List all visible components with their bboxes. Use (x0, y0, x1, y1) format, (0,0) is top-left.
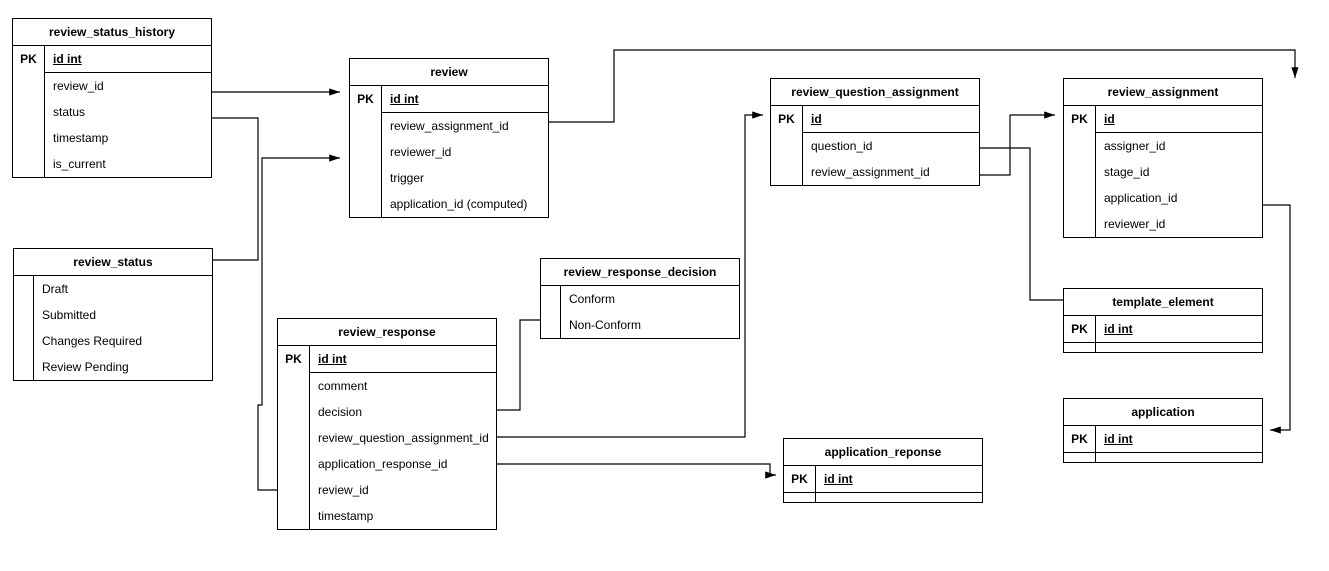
attr: status (45, 99, 211, 125)
pk-label: PK (1064, 106, 1096, 237)
enum-review-status: review_status Draft Submitted Changes Re… (13, 248, 213, 381)
enum-leftbar (14, 276, 34, 380)
attr: stage_id (1096, 159, 1262, 185)
attr: review_question_assignment_id (310, 425, 497, 451)
pk-value: id (803, 106, 979, 133)
enum-review-response-decision: review_response_decision Conform Non-Con… (540, 258, 740, 339)
attr: application_response_id (310, 451, 497, 477)
attr: reviewer_id (382, 139, 548, 165)
entity-title: review (350, 59, 548, 86)
attr: timestamp (45, 125, 211, 151)
enum-leftbar (541, 286, 561, 338)
enum-title: review_status (14, 249, 212, 276)
pk-label: PK (278, 346, 310, 529)
entity-title: review_question_assignment (771, 79, 979, 106)
attr: decision (310, 399, 497, 425)
pk-value: id int (1096, 426, 1262, 452)
entity-title: review_response (278, 319, 496, 346)
entity-review-response: review_response PK id int comment decisi… (277, 318, 497, 530)
attr: question_id (803, 133, 979, 159)
attr: comment (310, 373, 497, 399)
enum-val: Conform (561, 286, 739, 312)
attr: reviewer_id (1096, 211, 1262, 237)
attr: assigner_id (1096, 133, 1262, 159)
entity-review-question-assignment: review_question_assignment PK id questio… (770, 78, 980, 186)
enum-val: Draft (34, 276, 212, 302)
attr: review_assignment_id (382, 113, 548, 139)
attr: timestamp (310, 503, 497, 529)
entity-review-status-history: review_status_history PK id int review_i… (12, 18, 212, 178)
entity-title: review_status_history (13, 19, 211, 46)
pk-value: id int (45, 46, 211, 73)
entity-review-assignment: review_assignment PK id assigner_id stag… (1063, 78, 1263, 238)
attr: is_current (45, 151, 211, 177)
entity-application-response: application_reponse PK id int (783, 438, 983, 503)
pk-label: PK (784, 466, 816, 492)
attr: application_id (computed) (382, 191, 548, 217)
attr: trigger (382, 165, 548, 191)
pk-label: PK (13, 46, 45, 177)
entity-template-element: template_element PK id int (1063, 288, 1263, 353)
attr: review_assignment_id (803, 159, 979, 185)
attr: application_id (1096, 185, 1262, 211)
enum-val: Non-Conform (561, 312, 739, 338)
pk-value: id int (382, 86, 548, 113)
enum-val: Review Pending (34, 354, 212, 380)
pk-value: id int (1096, 316, 1262, 342)
attr: review_id (45, 73, 211, 99)
pk-label: PK (350, 86, 382, 217)
attr: review_id (310, 477, 497, 503)
entity-review: review PK id int review_assignment_id re… (349, 58, 549, 218)
pk-value: id int (816, 466, 982, 492)
enum-val: Changes Required (34, 328, 212, 354)
pk-value: id (1096, 106, 1262, 133)
entity-title: review_assignment (1064, 79, 1262, 106)
entity-title: template_element (1064, 289, 1262, 316)
enum-title: review_response_decision (541, 259, 739, 286)
pk-label: PK (771, 106, 803, 185)
enum-val: Submitted (34, 302, 212, 328)
pk-value: id int (310, 346, 497, 373)
entity-title: application_reponse (784, 439, 982, 466)
entity-application: application PK id int (1063, 398, 1263, 463)
pk-label: PK (1064, 426, 1096, 452)
entity-title: application (1064, 399, 1262, 426)
pk-label: PK (1064, 316, 1096, 342)
